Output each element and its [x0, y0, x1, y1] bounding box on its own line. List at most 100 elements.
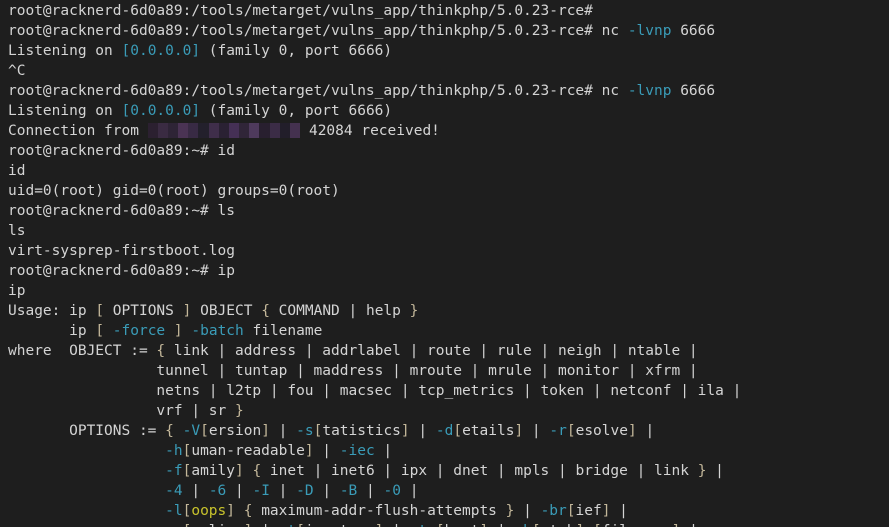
line-usage-1: Usage: ip [ OPTIONS ] OBJECT { COMMAND |… — [8, 301, 741, 321]
line-options-2-token-0 — [8, 443, 165, 459]
line-options-1: OPTIONS := { -V[ersion] | -s[tatistics] … — [8, 421, 741, 441]
line-listening-2-token-0: Listening on — [8, 103, 122, 119]
line-nc-command-2-token-1: -lvnp — [627, 83, 672, 99]
line-connection-received-token-2: 42084 received! — [300, 123, 440, 139]
line-options-6-token-15: | — [488, 523, 514, 527]
line-options-1-token-19: [ — [566, 423, 576, 439]
line-options-5-token-3: oops — [191, 503, 227, 519]
line-options-3-token-6: { — [252, 463, 262, 479]
line-options-4-token-0 — [8, 483, 165, 499]
line-usage-2-token-5: ] — [173, 323, 183, 339]
line-options-1-token-12: | — [409, 423, 436, 439]
line-options-1-token-8: -s — [296, 423, 314, 439]
line-object-4: vrf | sr } — [8, 401, 741, 421]
line-options-1-token-15: etails — [462, 423, 515, 439]
line-options-1-token-17: | — [523, 423, 550, 439]
line-echo-ip: ip — [8, 281, 741, 301]
line-nc-command-1: root@racknerd-6d0a89:/tools/metarget/vul… — [8, 21, 741, 41]
line-sigint: ^C — [8, 61, 741, 81]
terminal-screen[interactable]: root@racknerd-6d0a89:/tools/metarget/vul… — [8, 1, 741, 527]
line-nc-command-1-token-2: 6666 — [671, 23, 716, 39]
line-usage-2-token-0: ip — [8, 323, 96, 339]
line-options-6-token-11: -ts — [410, 523, 436, 527]
line-options-1-token-20: esolve — [575, 423, 628, 439]
line-object-4-token-1: } — [234, 403, 244, 419]
line-echo-ip-token-0: ip — [8, 283, 26, 299]
line-object-4-token-0: vrf | sr — [8, 403, 235, 419]
line-nc-command-2: root@racknerd-6d0a89:/tools/metarget/vul… — [8, 81, 741, 101]
line-options-5-token-4: ] — [226, 503, 235, 519]
line-listening-1: Listening on [0.0.0.0] (family 0, port 6… — [8, 41, 741, 61]
line-options-6-token-3: neline — [191, 523, 243, 527]
line-id-output-token-0: uid=0(root) gid=0(root) groups=0(root) — [8, 183, 340, 199]
line-options-1-token-11: ] — [400, 423, 410, 439]
line-nc-command-2-token-0: root@racknerd-6d0a89:/tools/metarget/vul… — [8, 83, 628, 99]
line-options-5-token-14: | — [610, 503, 628, 519]
line-prompt-ip-token-0: root@racknerd-6d0a89:~# ip — [8, 263, 235, 279]
line-options-4-token-3: -6 — [208, 483, 227, 499]
line-options-4: -4 | -6 | -I | -D | -B | -0 | — [8, 481, 741, 501]
line-options-4-token-4: | — [226, 483, 253, 499]
line-options-3-token-3: amily — [191, 463, 235, 479]
line-options-1-token-18: -r — [549, 423, 567, 439]
line-options-6-token-17: [ — [532, 523, 541, 527]
line-usage-1-token-2: OPTIONS — [104, 303, 183, 319]
line-options-1-token-6: ] — [261, 423, 270, 439]
line-options-1-token-21: ] — [627, 423, 637, 439]
line-options-2-token-3: uman-readable — [191, 443, 305, 459]
line-options-6-token-10: | — [383, 523, 409, 527]
line-echo-id: id — [8, 161, 741, 181]
line-options-3-token-7: inet | inet6 | ipx | dnet | mpls | bridg… — [261, 463, 698, 479]
line-listening-1-token-2: (family 0, port 6666) — [200, 43, 393, 59]
line-options-5-token-12: ief — [575, 503, 602, 519]
line-options-3-token-4: ] — [235, 463, 244, 479]
line-connection-received-token-0: Connection from — [8, 123, 148, 139]
line-sigint-token-0: ^C — [8, 63, 26, 79]
redacted-ip-address — [147, 122, 301, 138]
line-listening-1-token-1: [0.0.0.0] — [121, 43, 201, 59]
line-prompt-1-token-0: root@racknerd-6d0a89:/tools/metarget/vul… — [8, 3, 593, 19]
line-options-3-token-1: -f — [165, 463, 183, 479]
line-prompt-id-token-0: root@racknerd-6d0a89:~# id — [8, 143, 235, 159]
line-nc-command-1-token-0: root@racknerd-6d0a89:/tools/metarget/vul… — [8, 23, 628, 39]
line-options-2: -h[uman-readable] | -iec | — [8, 441, 741, 461]
line-options-5-token-10: -br — [540, 503, 567, 519]
terminal-window[interactable]: root@racknerd-6d0a89:/tools/metarget/vul… — [0, 0, 889, 527]
line-options-6-token-22: filename — [602, 523, 672, 527]
line-options-5: -l[oops] { maximum-addr-flush-attempts }… — [8, 501, 741, 521]
line-echo-ls-token-0: ls — [8, 223, 26, 239]
line-options-2-token-6: -iec — [339, 443, 375, 459]
line-options-1-token-1: { — [165, 423, 174, 439]
line-usage-1-token-7: } — [409, 303, 419, 319]
line-usage-2-token-2 — [104, 323, 113, 339]
line-usage-2-token-4 — [165, 323, 174, 339]
line-options-1-token-13: -d — [435, 423, 454, 439]
line-options-4-token-11: -0 — [383, 483, 401, 499]
line-options-6-token-20 — [584, 523, 593, 527]
line-options-2-token-7: | — [374, 443, 393, 459]
line-options-2-token-1: -h — [165, 443, 183, 459]
line-options-1-token-10: tatistics — [322, 423, 401, 439]
line-options-6-token-13: hort — [445, 523, 480, 527]
line-listening-1-token-0: Listening on — [8, 43, 122, 59]
line-usage-1-token-1: [ — [95, 303, 105, 319]
line-options-4-token-6: | — [269, 483, 297, 499]
line-ls-output-token-0: virt-sysprep-firstboot.log — [8, 243, 235, 259]
line-options-6-token-0 — [8, 523, 165, 527]
line-options-6-token-1: -o — [165, 523, 182, 527]
line-echo-id-token-0: id — [8, 163, 26, 179]
line-options-1-token-22: | — [636, 423, 655, 439]
line-object-2: tunnel | tuntap | maddress | mroute | mr… — [8, 361, 741, 381]
line-usage-1-token-6: COMMAND | help — [269, 303, 410, 319]
line-prompt-ls: root@racknerd-6d0a89:~# ls — [8, 201, 741, 221]
line-options-5-token-0 — [8, 503, 165, 519]
line-options-6-token-14: ] — [480, 523, 489, 527]
line-object-1: where OBJECT := { link | address | addrl… — [8, 341, 741, 361]
line-options-4-token-7: -D — [296, 483, 314, 499]
line-usage-1-token-0: Usage: ip — [8, 303, 96, 319]
line-options-6-token-8: imestamp — [305, 523, 375, 527]
line-options-6-token-21: [ — [593, 523, 602, 527]
line-listening-2-token-2: (family 0, port 6666) — [200, 103, 393, 119]
line-object-1-token-0: where OBJECT := — [8, 343, 157, 359]
line-options-6-token-24: | — [680, 523, 698, 527]
